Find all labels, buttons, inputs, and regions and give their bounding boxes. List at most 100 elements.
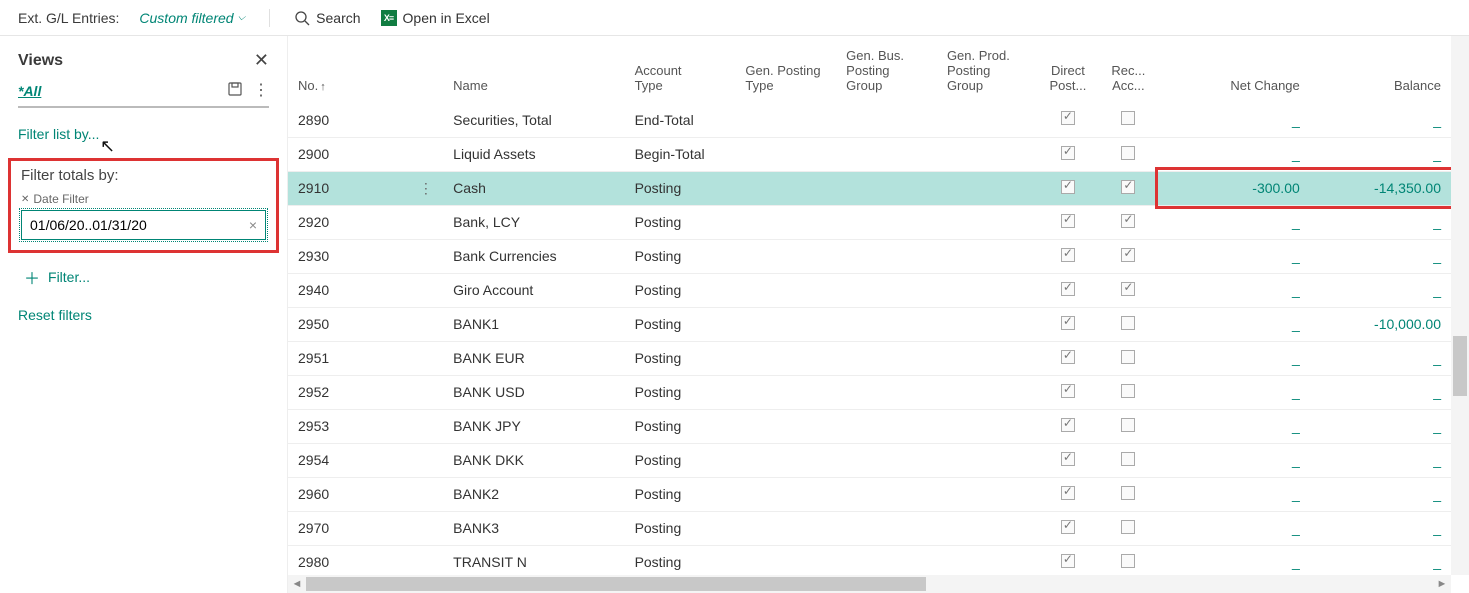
cell-name[interactable]: Securities, Total xyxy=(443,103,624,137)
table-row[interactable]: 2954⋮BANK DKKPosting__ xyxy=(288,443,1451,477)
col-account-type[interactable]: Account Type xyxy=(625,36,736,103)
checkbox-icon[interactable] xyxy=(1061,384,1075,398)
table-row[interactable]: 2930⋮Bank CurrenciesPosting__ xyxy=(288,239,1451,273)
scroll-right-icon[interactable]: ► xyxy=(1433,578,1451,590)
cell-net-change[interactable]: _ xyxy=(1159,137,1310,171)
cell-name[interactable]: BANK USD xyxy=(443,375,624,409)
cell-net-change[interactable]: _ xyxy=(1159,205,1310,239)
cell-name[interactable]: TRANSIT N xyxy=(443,545,624,575)
checkbox-icon[interactable] xyxy=(1121,146,1135,160)
table-row[interactable]: 2940⋮Giro AccountPosting__ xyxy=(288,273,1451,307)
table-row[interactable]: 2951⋮BANK EURPosting__ xyxy=(288,341,1451,375)
checkbox-icon[interactable] xyxy=(1121,384,1135,398)
table-row[interactable]: 2952⋮BANK USDPosting__ xyxy=(288,375,1451,409)
cell-balance[interactable]: _ xyxy=(1310,103,1451,137)
table-row[interactable]: 2920⋮Bank, LCYPosting__ xyxy=(288,205,1451,239)
cell-no[interactable]: 2960 xyxy=(288,477,409,511)
checkbox-icon[interactable] xyxy=(1121,111,1135,125)
view-more-icon[interactable]: ⋮ xyxy=(253,88,269,94)
checkbox-icon[interactable] xyxy=(1061,146,1075,160)
checkbox-icon[interactable] xyxy=(1121,554,1135,568)
checkbox-icon[interactable] xyxy=(1061,248,1075,262)
cell-no[interactable]: 2954 xyxy=(288,443,409,477)
cell-balance[interactable]: _ xyxy=(1310,443,1451,477)
cell-balance[interactable]: _ xyxy=(1310,273,1451,307)
checkbox-icon[interactable] xyxy=(1061,316,1075,330)
cell-net-change[interactable]: _ xyxy=(1159,443,1310,477)
checkbox-icon[interactable] xyxy=(1061,554,1075,568)
cell-balance[interactable]: _ xyxy=(1310,477,1451,511)
checkbox-icon[interactable] xyxy=(1121,350,1135,364)
filter-list-by-link[interactable]: Filter list by... xyxy=(18,122,269,158)
table-row[interactable]: 2900⋮Liquid AssetsBegin-Total__ xyxy=(288,137,1451,171)
date-filter-input[interactable] xyxy=(22,211,241,239)
checkbox-icon[interactable] xyxy=(1121,520,1135,534)
cell-no[interactable]: 2890 xyxy=(288,103,409,137)
horizontal-scrollbar[interactable]: ◄ ► xyxy=(288,575,1451,593)
vertical-scrollbar[interactable] xyxy=(1451,36,1469,575)
cell-name[interactable]: Cash xyxy=(443,171,624,205)
cell-balance[interactable]: _ xyxy=(1310,545,1451,575)
cell-balance[interactable]: _ xyxy=(1310,375,1451,409)
cell-name[interactable]: Bank, LCY xyxy=(443,205,624,239)
cell-name[interactable]: BANK EUR xyxy=(443,341,624,375)
checkbox-icon[interactable] xyxy=(1121,248,1135,262)
col-direct-posting[interactable]: Direct Post... xyxy=(1038,36,1098,103)
cell-net-change[interactable]: _ xyxy=(1159,375,1310,409)
cell-no[interactable]: 2940 xyxy=(288,273,409,307)
cell-net-change[interactable]: _ xyxy=(1159,273,1310,307)
filter-status-dropdown[interactable]: Custom filtered ⌵ xyxy=(139,10,245,26)
checkbox-icon[interactable] xyxy=(1061,350,1075,364)
reset-filters-link[interactable]: Reset filters xyxy=(18,307,269,323)
cell-no[interactable]: 2980 xyxy=(288,545,409,575)
cell-balance[interactable]: _ xyxy=(1310,239,1451,273)
row-menu-icon[interactable]: ⋮ xyxy=(409,171,443,205)
cell-no[interactable]: 2910 xyxy=(288,171,409,205)
cell-net-change[interactable]: _ xyxy=(1159,103,1310,137)
cell-name[interactable]: Giro Account xyxy=(443,273,624,307)
cell-net-change[interactable]: _ xyxy=(1159,341,1310,375)
cell-net-change[interactable]: _ xyxy=(1159,409,1310,443)
col-gen-prod-group[interactable]: Gen. Prod. Posting Group xyxy=(937,36,1038,103)
cell-net-change[interactable]: _ xyxy=(1159,545,1310,575)
cell-balance[interactable]: _ xyxy=(1310,409,1451,443)
cell-no[interactable]: 2900 xyxy=(288,137,409,171)
table-row[interactable]: 2910⋮CashPosting-300.00-14,350.00 xyxy=(288,171,1451,205)
checkbox-icon[interactable] xyxy=(1121,452,1135,466)
cell-no[interactable]: 2951 xyxy=(288,341,409,375)
add-filter-link[interactable]: ＋ Filter... xyxy=(18,255,269,289)
search-action[interactable]: Search xyxy=(294,10,360,26)
checkbox-icon[interactable] xyxy=(1121,418,1135,432)
clear-date-filter-icon[interactable]: × xyxy=(241,217,265,233)
checkbox-icon[interactable] xyxy=(1121,214,1135,228)
table-row[interactable]: 2953⋮BANK JPYPosting__ xyxy=(288,409,1451,443)
cell-no[interactable]: 2950 xyxy=(288,307,409,341)
cell-balance[interactable]: _ xyxy=(1310,511,1451,545)
checkbox-icon[interactable] xyxy=(1121,180,1135,194)
table-row[interactable]: 2890⋮Securities, TotalEnd-Total__ xyxy=(288,103,1451,137)
col-name[interactable]: Name xyxy=(443,36,624,103)
cell-name[interactable]: BANK JPY xyxy=(443,409,624,443)
checkbox-icon[interactable] xyxy=(1121,486,1135,500)
checkbox-icon[interactable] xyxy=(1061,282,1075,296)
scroll-left-icon[interactable]: ◄ xyxy=(288,578,306,590)
cell-net-change[interactable]: _ xyxy=(1159,239,1310,273)
cell-no[interactable]: 2970 xyxy=(288,511,409,545)
checkbox-icon[interactable] xyxy=(1061,520,1075,534)
cell-net-change[interactable]: _ xyxy=(1159,511,1310,545)
cell-net-change[interactable]: -300.00 xyxy=(1159,171,1310,205)
cell-name[interactable]: BANK2 xyxy=(443,477,624,511)
cell-name[interactable]: BANK3 xyxy=(443,511,624,545)
table-row[interactable]: 2980⋮TRANSIT NPosting__ xyxy=(288,545,1451,575)
checkbox-icon[interactable] xyxy=(1061,486,1075,500)
save-view-icon[interactable] xyxy=(227,81,243,100)
cell-balance[interactable]: -14,350.00 xyxy=(1310,171,1451,205)
cell-name[interactable]: BANK1 xyxy=(443,307,624,341)
cell-balance[interactable]: _ xyxy=(1310,205,1451,239)
cell-name[interactable]: Bank Currencies xyxy=(443,239,624,273)
col-rec-account[interactable]: Rec... Acc... xyxy=(1098,36,1158,103)
table-row[interactable]: 2960⋮BANK2Posting__ xyxy=(288,477,1451,511)
col-gen-bus-group[interactable]: Gen. Bus. Posting Group xyxy=(836,36,937,103)
cell-net-change[interactable]: _ xyxy=(1159,477,1310,511)
remove-date-filter-icon[interactable]: ✕ xyxy=(21,194,29,205)
